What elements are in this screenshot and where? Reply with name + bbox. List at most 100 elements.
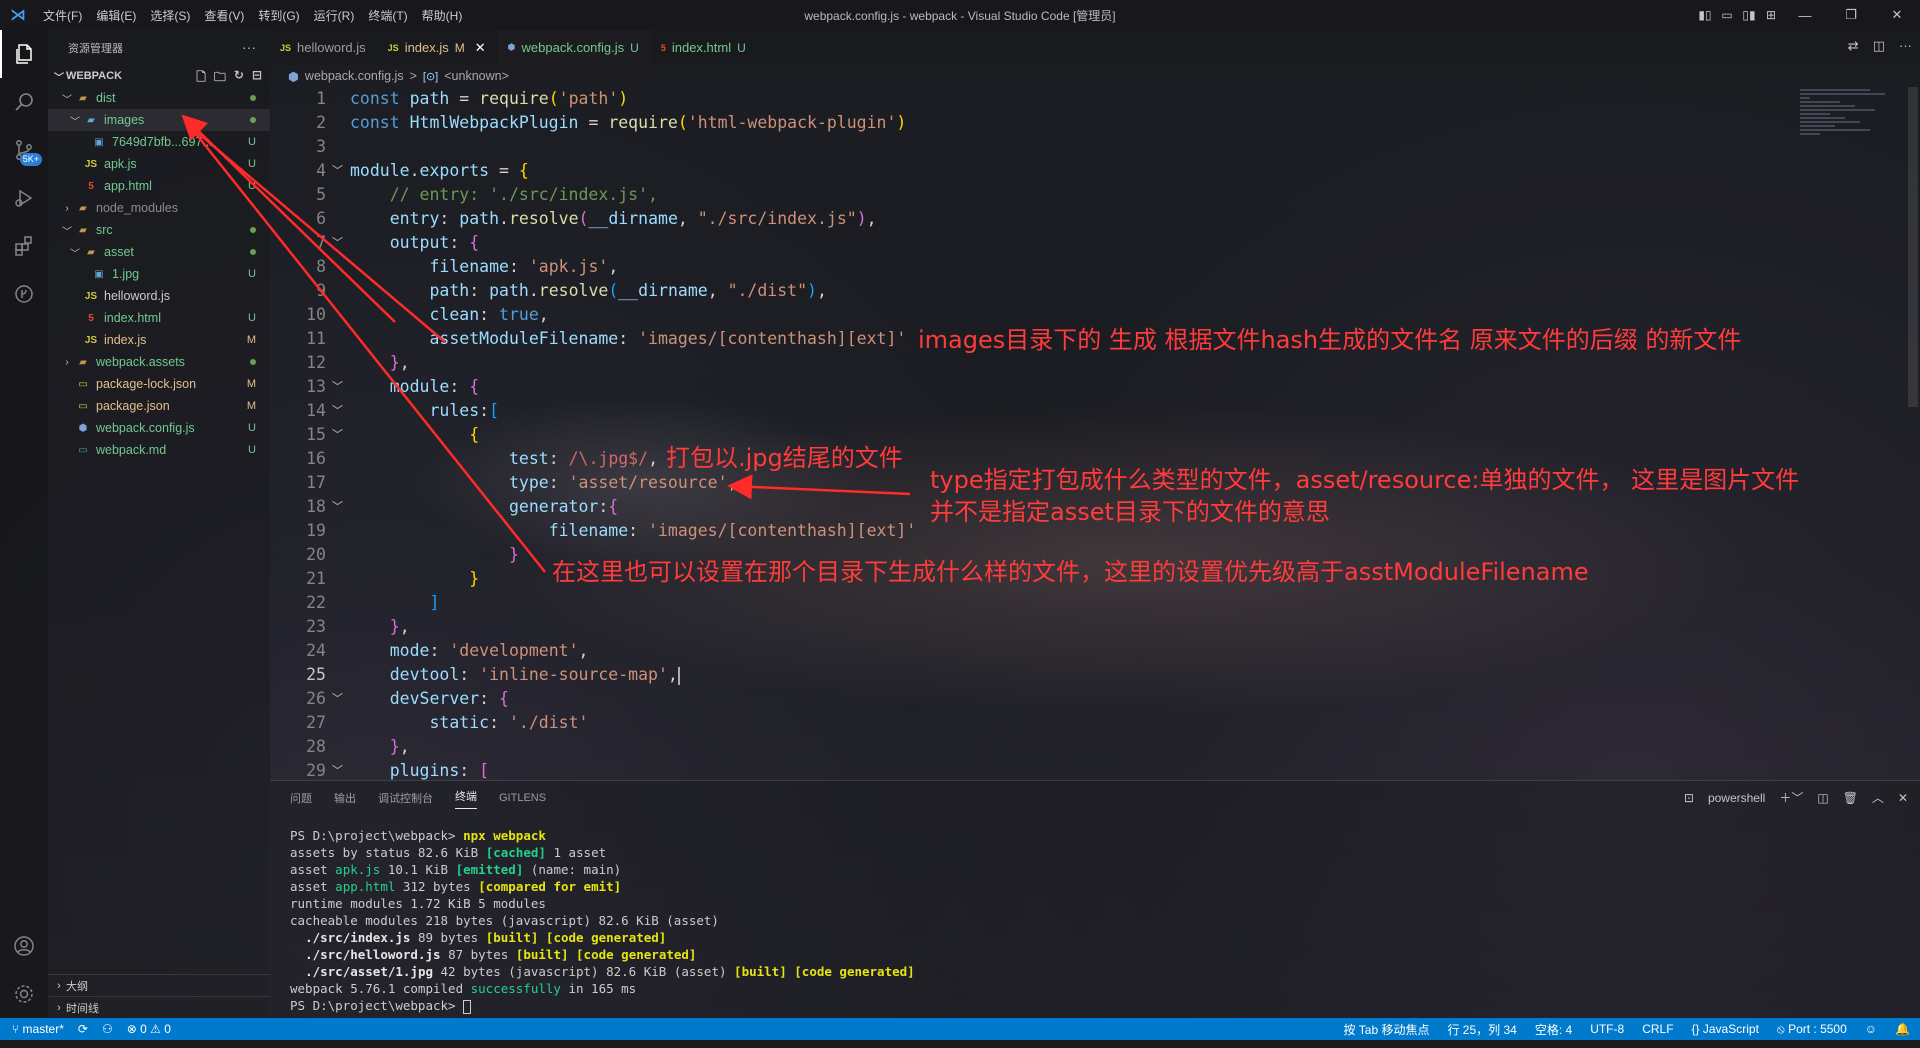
tree-folder-src[interactable]: ﹀ ▰ src bbox=[48, 219, 270, 241]
toggle-panel-icon[interactable]: ▭ bbox=[1716, 0, 1738, 30]
language-mode[interactable]: {} JavaScript bbox=[1692, 1022, 1759, 1036]
indentation[interactable]: 空格: 4 bbox=[1535, 1021, 1572, 1038]
refresh-icon[interactable]: ↻ bbox=[234, 68, 244, 89]
fold-chevron-icon[interactable]: ﹀ bbox=[332, 375, 343, 399]
maximize-panel-icon[interactable]: ︿ bbox=[1872, 789, 1884, 806]
search-icon[interactable] bbox=[0, 78, 48, 126]
compare-changes-icon[interactable]: ⇄ bbox=[1848, 38, 1859, 54]
menu-go[interactable]: 转到(G) bbox=[251, 7, 306, 24]
tree-folder-node-modules[interactable]: › ▰ node_modules bbox=[48, 197, 270, 219]
new-folder-icon[interactable]: 🗀 bbox=[214, 68, 226, 89]
feedback-icon[interactable]: ☺ bbox=[1865, 1022, 1877, 1036]
timeline-section[interactable]: › 时间线 bbox=[48, 996, 270, 1018]
tree-folder-webpack-assets[interactable]: › ▰ webpack.assets bbox=[48, 351, 270, 373]
tree-folder-images[interactable]: ﹀ ▰ images bbox=[48, 109, 270, 131]
explorer-icon[interactable] bbox=[0, 30, 48, 78]
fold-chevron-icon[interactable]: ﹀ bbox=[332, 687, 343, 711]
tab-output[interactable]: 输出 bbox=[334, 790, 356, 806]
line-text: clean: true, bbox=[429, 305, 549, 324]
scrollbar-thumb[interactable] bbox=[1908, 87, 1918, 407]
menu-file[interactable]: 文件(F) bbox=[36, 7, 89, 24]
fold-chevron-icon[interactable]: ﹀ bbox=[332, 159, 343, 183]
tree-folder-dist[interactable]: ﹀ ▰ dist bbox=[48, 87, 270, 109]
branch-item[interactable]: ⑂ master* bbox=[12, 1022, 64, 1036]
problems-status[interactable]: ⊗ 0 ⚠ 0 bbox=[127, 1022, 171, 1036]
source-control-icon[interactable]: 5K+ bbox=[0, 126, 48, 174]
menu-help[interactable]: 帮助(H) bbox=[415, 7, 470, 24]
tree-file-1-jpg[interactable]: ▣ 1.jpg U bbox=[48, 263, 270, 285]
live-server-port[interactable]: ⦸ Port : 5500 bbox=[1777, 1022, 1847, 1037]
git-status: U bbox=[248, 158, 256, 170]
terminal-shell-name[interactable]: powershell bbox=[1708, 791, 1765, 805]
menu-run[interactable]: 运行(R) bbox=[307, 7, 362, 24]
live-share-icon[interactable]: ⚇ bbox=[102, 1022, 113, 1036]
activity-bar: 5K+ bbox=[0, 30, 48, 1018]
run-debug-icon[interactable] bbox=[0, 174, 48, 222]
split-editor-icon[interactable]: ◫ bbox=[1873, 38, 1885, 54]
restore-icon[interactable]: ❐ bbox=[1828, 0, 1874, 30]
split-terminal-icon[interactable]: ◫ bbox=[1817, 791, 1828, 805]
more-actions-icon[interactable]: ··· bbox=[242, 39, 256, 55]
menu-view[interactable]: 查看(V) bbox=[197, 7, 251, 24]
minimap[interactable] bbox=[1800, 87, 1900, 167]
toggle-secondary-sidebar-icon[interactable]: ▯▮ bbox=[1738, 0, 1760, 30]
tab-focus-mode[interactable]: 按 Tab 移动焦点 bbox=[1343, 1021, 1429, 1038]
terminal-output[interactable]: PS D:\project\webpack> npx webpack assets… bbox=[290, 827, 915, 1014]
fold-chevron-icon[interactable]: ﹀ bbox=[332, 399, 343, 423]
fold-chevron-icon[interactable]: ﹀ bbox=[332, 759, 343, 780]
fold-chevron-icon[interactable]: ﹀ bbox=[332, 423, 343, 447]
close-window-icon[interactable]: ✕ bbox=[1874, 0, 1920, 30]
accounts-icon[interactable] bbox=[0, 922, 48, 970]
encoding[interactable]: UTF-8 bbox=[1590, 1022, 1624, 1036]
tab-index-html[interactable]: 5 index.html U bbox=[651, 30, 758, 65]
breadcrumb-symbol[interactable]: <unknown> bbox=[444, 69, 509, 83]
tab-debug-console[interactable]: 调试控制台 bbox=[378, 790, 433, 806]
editor-scrollbar[interactable] bbox=[1906, 87, 1920, 780]
tree-file-package-json[interactable]: ▭ package.json M bbox=[48, 395, 270, 417]
manage-gear-icon[interactable] bbox=[0, 970, 48, 1018]
customize-layout-icon[interactable]: ⊞ bbox=[1760, 0, 1782, 30]
outline-section[interactable]: › 大纲 bbox=[48, 974, 270, 996]
close-panel-icon[interactable]: ✕ bbox=[1898, 791, 1908, 805]
tree-file-helloword-js[interactable]: JS helloword.js bbox=[48, 285, 270, 307]
gitlens-icon[interactable] bbox=[0, 270, 48, 318]
tree-file-app-html[interactable]: 5 app.html U bbox=[48, 175, 270, 197]
tree-folder-asset[interactable]: ﹀ ▰ asset bbox=[48, 241, 270, 263]
more-actions-icon[interactable]: ··· bbox=[1899, 38, 1912, 54]
menu-terminal[interactable]: 终端(T) bbox=[361, 7, 414, 24]
tab-gitlens[interactable]: GITLENS bbox=[499, 792, 546, 804]
tab-helloword-js[interactable]: JS helloword.js bbox=[270, 30, 378, 65]
tab-terminal[interactable]: 终端 bbox=[455, 788, 477, 809]
cursor-position[interactable]: 行 25，列 34 bbox=[1447, 1021, 1516, 1038]
workspace-section[interactable]: ﹀ WEBPACK 🗋 🗀 ↻ ⊟ bbox=[48, 65, 270, 87]
tab-close-icon[interactable]: ✕ bbox=[475, 40, 486, 56]
new-terminal-icon[interactable]: ＋﹀ bbox=[1779, 789, 1803, 806]
tab-index-js[interactable]: JS index.js M ✕ bbox=[378, 30, 498, 65]
tab-problems[interactable]: 问题 bbox=[290, 790, 312, 806]
kill-terminal-icon[interactable]: 🗑 bbox=[1843, 791, 1858, 805]
code-editor[interactable]: 1 const path = require('path') 2 const Htm… bbox=[270, 87, 1910, 780]
tree-file-webpack-md[interactable]: ▭ webpack.md U bbox=[48, 439, 270, 461]
tree-file-webpack-config[interactable]: ⬢ webpack.config.js U bbox=[48, 417, 270, 439]
sync-icon[interactable]: ⟳ bbox=[78, 1022, 88, 1036]
tab-webpack-config-js[interactable]: ⬢ webpack.config.js U bbox=[497, 30, 651, 65]
notifications-icon[interactable]: 🔔 bbox=[1895, 1022, 1910, 1036]
title-controls: ▮▯ ▭ ▯▮ ⊞ — ❐ ✕ bbox=[1694, 0, 1920, 30]
fold-chevron-icon[interactable]: ﹀ bbox=[332, 231, 343, 255]
tree-file-index-js[interactable]: JS index.js M bbox=[48, 329, 270, 351]
toggle-sidebar-icon[interactable]: ▮▯ bbox=[1694, 0, 1716, 30]
extensions-icon[interactable] bbox=[0, 222, 48, 270]
tree-file-package-lock[interactable]: ▭ package-lock.json M bbox=[48, 373, 270, 395]
fold-chevron-icon[interactable]: ﹀ bbox=[332, 495, 343, 519]
menu-edit[interactable]: 编辑(E) bbox=[89, 7, 143, 24]
line-number: 16 bbox=[306, 449, 326, 468]
breadcrumb-file[interactable]: webpack.config.js bbox=[305, 69, 404, 83]
collapse-all-icon[interactable]: ⊟ bbox=[252, 68, 262, 89]
tree-file-index-html[interactable]: 5 index.html U bbox=[48, 307, 270, 329]
tree-file-hash-image[interactable]: ▣ 7649d7bfb...697... U bbox=[48, 131, 270, 153]
minimize-icon[interactable]: — bbox=[1782, 0, 1828, 30]
menu-selection[interactable]: 选择(S) bbox=[143, 7, 197, 24]
line-ending[interactable]: CRLF bbox=[1642, 1022, 1673, 1036]
new-file-icon[interactable]: 🗋 bbox=[196, 68, 206, 89]
tree-file-apk-js[interactable]: JS apk.js U bbox=[48, 153, 270, 175]
